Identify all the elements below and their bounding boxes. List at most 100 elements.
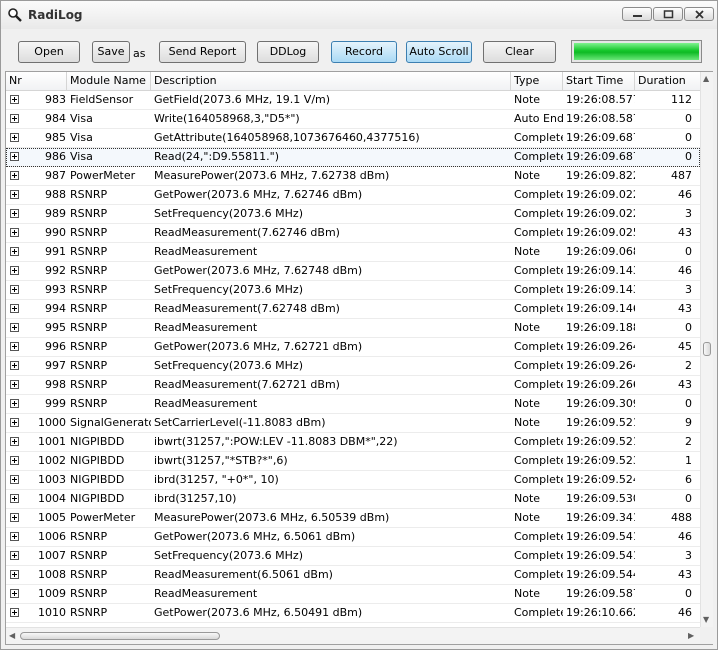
expand-plus-icon[interactable]: [10, 114, 19, 123]
cell-module-name: RSNRP: [70, 321, 108, 334]
column-header-start-time[interactable]: Start Time: [563, 72, 635, 91]
expand-plus-icon[interactable]: [10, 399, 19, 408]
table-row[interactable]: 1001 NIGPIBDD ibwrt(31257,":POW:LEV -11.80…: [6, 433, 700, 452]
cell-description: ibwrt(31257,"*STB?*",6): [154, 454, 288, 467]
expand-plus-icon[interactable]: [10, 228, 19, 237]
cell-type: Note: [514, 245, 541, 258]
open-button[interactable]: Open: [18, 41, 80, 63]
table-row[interactable]: 1009 RSNRP ReadMeasurement Note 19:26:09.587…: [6, 585, 700, 604]
table-row[interactable]: 1010 RSNRP GetPower(2073.6 MHz, 6.50491 dB…: [6, 604, 700, 623]
table-row[interactable]: 1005 PowerMeter MeasurePower(2073.6 MHz, 6…: [6, 509, 700, 528]
cell-start-time: 19:26:09.309: [566, 397, 635, 410]
cell-type: Complete: [514, 131, 563, 144]
table-row[interactable]: 984 Visa Write(164058968,3,"D5*") Auto End 1…: [6, 110, 700, 129]
expand-plus-icon[interactable]: [10, 266, 19, 275]
table-row[interactable]: 996 RSNRP GetPower(2073.6 MHz, 7.62721 dBm…: [6, 338, 700, 357]
table-row[interactable]: 1006 RSNRP GetPower(2073.6 MHz, 6.5061 dBm…: [6, 528, 700, 547]
clear-button[interactable]: Clear: [483, 41, 556, 63]
table-row[interactable]: 1008 RSNRP ReadMeasurement(6.5061 dBm) Comp…: [6, 566, 700, 585]
record-button[interactable]: Record: [331, 41, 397, 63]
expand-plus-icon[interactable]: [10, 152, 19, 161]
expand-plus-icon[interactable]: [10, 456, 19, 465]
maximize-button[interactable]: [653, 7, 683, 21]
expand-plus-icon[interactable]: [10, 494, 19, 503]
table-row[interactable]: 999 RSNRP ReadMeasurement Note 19:26:09.309 0: [6, 395, 700, 414]
cell-description: ReadMeasurement: [154, 587, 258, 600]
table-row[interactable]: 990 RSNRP ReadMeasurement(7.62746 dBm) Comp…: [6, 224, 700, 243]
expand-plus-icon[interactable]: [10, 475, 19, 484]
vertical-scroll-thumb[interactable]: [703, 342, 711, 356]
table-row[interactable]: 995 RSNRP ReadMeasurement Note 19:26:09.188 0: [6, 319, 700, 338]
cell-start-time: 19:26:09.146: [566, 302, 635, 315]
table-row[interactable]: 993 RSNRP SetFrequency(2073.6 MHz) Complete…: [6, 281, 700, 300]
send-report-button[interactable]: Send Report: [159, 41, 246, 63]
table-row[interactable]: 1003 NIGPIBDD ibrd(31257, "+0*", 10) Comple…: [6, 471, 700, 490]
save-button[interactable]: Save: [92, 41, 130, 63]
table-row[interactable]: 1004 NIGPIBDD ibrd(31257,10) Note 19:26:09.5…: [6, 490, 700, 509]
scroll-down-icon[interactable]: ▼: [703, 615, 709, 624]
table-row[interactable]: 994 RSNRP ReadMeasurement(7.62748 dBm) Comp…: [6, 300, 700, 319]
table-row[interactable]: 992 RSNRP GetPower(2073.6 MHz, 7.62748 dBm…: [6, 262, 700, 281]
column-header-type[interactable]: Type: [511, 72, 563, 91]
cell-nr: 993: [45, 283, 66, 296]
cell-description: GetField(2073.6 MHz, 19.1 V/m): [154, 93, 331, 106]
expand-plus-icon[interactable]: [10, 209, 19, 218]
cell-nr: 1007: [38, 549, 66, 562]
vertical-scrollbar[interactable]: ▲ ▼: [700, 72, 713, 627]
column-header-description[interactable]: Description: [151, 72, 511, 91]
column-header-nr[interactable]: Nr: [6, 72, 67, 91]
expand-plus-icon[interactable]: [10, 95, 19, 104]
expand-plus-icon[interactable]: [10, 437, 19, 446]
table-row[interactable]: 985 Visa GetAttribute(164058968,1073676460…: [6, 129, 700, 148]
table-row[interactable]: 1000 SignalGenerator SetCarrierLevel(-11.8…: [6, 414, 700, 433]
expand-plus-icon[interactable]: [10, 285, 19, 294]
table-row[interactable]: 998 RSNRP ReadMeasurement(7.62721 dBm) Comp…: [6, 376, 700, 395]
scroll-left-icon[interactable]: ◀: [9, 631, 15, 640]
ddlog-button[interactable]: DDLog: [257, 41, 319, 63]
expand-plus-icon[interactable]: [10, 589, 19, 598]
cell-duration: 0: [685, 131, 692, 144]
expand-plus-icon[interactable]: [10, 513, 19, 522]
cell-nr: 987: [45, 169, 66, 182]
expand-plus-icon[interactable]: [10, 608, 19, 617]
table-row[interactable]: 997 RSNRP SetFrequency(2073.6 MHz) Complete…: [6, 357, 700, 376]
expand-plus-icon[interactable]: [10, 380, 19, 389]
close-button[interactable]: [684, 7, 714, 21]
expand-plus-icon[interactable]: [10, 342, 19, 351]
expand-plus-icon[interactable]: [10, 361, 19, 370]
scroll-up-icon[interactable]: ▲: [703, 74, 709, 83]
table-row[interactable]: 983 FieldSensor GetField(2073.6 MHz, 19.1 …: [6, 91, 700, 110]
table-row[interactable]: 991 RSNRP ReadMeasurement Note 19:26:09.068 0: [6, 243, 700, 262]
expand-plus-icon[interactable]: [10, 570, 19, 579]
expand-plus-icon[interactable]: [10, 323, 19, 332]
auto-scroll-button[interactable]: Auto Scroll: [406, 41, 472, 63]
title-bar[interactable]: RadiLog: [1, 1, 717, 29]
column-header-duration[interactable]: Duration: [635, 72, 700, 91]
column-header-module-name[interactable]: Module Name: [67, 72, 151, 91]
expand-plus-icon[interactable]: [10, 532, 19, 541]
horizontal-scrollbar[interactable]: ◀ ▶: [6, 627, 700, 644]
cell-type: Note: [514, 492, 541, 505]
expand-plus-icon[interactable]: [10, 247, 19, 256]
horizontal-scroll-thumb[interactable]: [20, 632, 220, 640]
cell-duration: 9: [685, 416, 692, 429]
table-row[interactable]: 988 RSNRP GetPower(2073.6 MHz, 7.62746 dBm…: [6, 186, 700, 205]
cell-nr: 999: [45, 397, 66, 410]
expand-plus-icon[interactable]: [10, 133, 19, 142]
table-row[interactable]: 986 Visa Read(24,":D9.55811.") Complete 19:2…: [6, 148, 700, 167]
table-row[interactable]: 1007 RSNRP SetFrequency(2073.6 MHz) Complet…: [6, 547, 700, 566]
expand-plus-icon[interactable]: [10, 551, 19, 560]
expand-plus-icon[interactable]: [10, 304, 19, 313]
scroll-right-icon[interactable]: ▶: [688, 631, 694, 640]
cell-start-time: 19:26:09.264: [566, 359, 635, 372]
cell-type: Note: [514, 93, 541, 106]
cell-duration: 0: [685, 245, 692, 258]
expand-plus-icon[interactable]: [10, 171, 19, 180]
table-row[interactable]: 1002 NIGPIBDD ibwrt(31257,"*STB?*",6) Compl…: [6, 452, 700, 471]
table-row[interactable]: 989 RSNRP SetFrequency(2073.6 MHz) Complete…: [6, 205, 700, 224]
table-row[interactable]: 987 PowerMeter MeasurePower(2073.6 MHz, 7.…: [6, 167, 700, 186]
expand-plus-icon[interactable]: [10, 418, 19, 427]
expand-plus-icon[interactable]: [10, 190, 19, 199]
cell-type: Note: [514, 397, 541, 410]
minimize-button[interactable]: [622, 7, 652, 21]
